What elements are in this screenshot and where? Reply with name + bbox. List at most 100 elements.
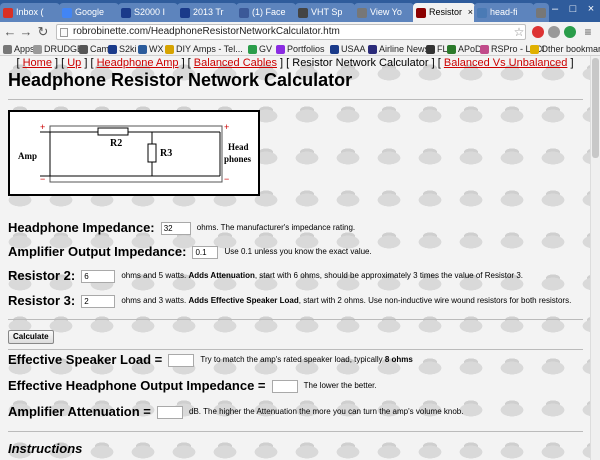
tab-facebook[interactable]: (1) Face — [236, 3, 296, 22]
page-icon — [357, 8, 367, 18]
head-fi-icon — [477, 8, 487, 18]
resistor2-note: ohms and 5 watts. Adds Attenuation, star… — [121, 271, 523, 281]
attenuation-row: Amplifier Attenuation = dB. The higher t… — [8, 404, 463, 420]
s2ki-icon — [121, 8, 131, 18]
attenuation-output[interactable] — [156, 405, 183, 419]
maximize-icon[interactable]: □ — [564, 2, 582, 16]
plus-left-label: + — [40, 122, 45, 132]
page-content: [ Home ] [ Up ] [ Headphone Amp ] [ Bala… — [0, 56, 590, 460]
bookmark-s2ki[interactable]: S2ki — [108, 43, 137, 55]
wx-icon — [138, 45, 147, 54]
headphone-impedance-label: Headphone Impedance: — [8, 220, 155, 236]
effective-hp-output-label: Effective Headphone Output Impedance = — [8, 378, 266, 394]
reload-icon[interactable]: ↻ — [36, 24, 50, 40]
menu-icon[interactable]: ≡ — [581, 24, 595, 40]
vht-icon — [298, 8, 308, 18]
page-scrollbar[interactable] — [590, 56, 600, 460]
link-balanced-vs-unbalanced[interactable]: Balanced Vs Unbalanced — [444, 57, 568, 69]
bookmarks-bar: Apps DRUDGE Cam S2ki WX DIY Amps - Tel..… — [0, 42, 600, 56]
scrollbar-thumb[interactable] — [592, 58, 599, 158]
bookmark-star-icon[interactable]: ☆ — [512, 24, 526, 40]
tab-gmail[interactable]: Inbox ( — [0, 3, 60, 22]
tab-view[interactable]: View Yo — [354, 3, 414, 22]
page-icon — [536, 8, 546, 18]
s2ki-icon — [108, 45, 117, 54]
amp-output-impedance-input[interactable]: 0.1 — [192, 245, 219, 259]
effective-load-note: Try to match the amp's rated speaker loa… — [200, 355, 413, 365]
effective-hp-output-note: The lower the better. — [303, 381, 377, 391]
bookmark-apps[interactable]: Apps — [3, 43, 35, 55]
rspro-icon — [480, 45, 489, 54]
effective-load-row: Effective Speaker Load = Try to match th… — [8, 352, 413, 368]
bookmark-fl[interactable]: FL — [426, 43, 448, 55]
tab-google[interactable]: Google — [59, 3, 119, 22]
amp-output-impedance-row: Amplifier Output Impedance: 0.1 Use 0.1 … — [8, 244, 372, 260]
page-icon — [60, 28, 68, 37]
headphone-impedance-row: Headphone Impedance: 32 ohms. The manufa… — [8, 220, 355, 236]
forward-icon[interactable]: → — [19, 24, 33, 40]
minimize-icon[interactable]: – — [546, 2, 564, 16]
instructions-heading: Instructions — [8, 441, 83, 456]
link-up[interactable]: Up — [67, 57, 81, 69]
bookmark-other[interactable]: Other bookmarks — [530, 43, 600, 55]
tab-head-fi[interactable]: head-fi — [474, 3, 534, 22]
portfolios-icon — [276, 45, 285, 54]
circuit-diagram: R2 R3 Amp Head phones + − + − — [8, 110, 260, 196]
calculate-button[interactable]: Calculate — [8, 330, 54, 344]
s2ki-icon — [180, 8, 190, 18]
bookmark-diy-amps[interactable]: DIY Amps - Tel... — [165, 43, 243, 55]
resistor2-input[interactable]: 6 — [81, 269, 116, 283]
r3-label: R3 — [160, 148, 172, 159]
effective-load-output[interactable] — [168, 353, 195, 367]
tab-2013[interactable]: 2013 Tr — [177, 3, 237, 22]
attenuation-note: dB. The higher the Attenuation the more … — [189, 407, 464, 417]
effective-hp-output-row: Effective Headphone Output Impedance = T… — [8, 378, 377, 394]
facebook-icon — [239, 8, 249, 18]
bookmark-portfolios[interactable]: Portfolios — [276, 43, 325, 55]
address-bar[interactable]: robrobinette.com/HeadphoneResistorNetwor… — [56, 24, 526, 40]
minus-right-label: − — [224, 174, 229, 184]
link-home[interactable]: Home — [23, 57, 52, 69]
bookmark-gv[interactable]: GV — [248, 43, 272, 55]
airline-news-icon — [368, 45, 377, 54]
bookmark-airline-news[interactable]: Airline News — [368, 43, 429, 55]
headphones-label-top: Head — [228, 142, 249, 152]
usaa-icon — [330, 45, 339, 54]
r2-label: R2 — [110, 138, 122, 149]
bookmark-apod[interactable]: APoD — [447, 43, 482, 55]
back-icon[interactable]: ← — [3, 24, 17, 40]
amp-label: Amp — [18, 151, 37, 161]
google-icon — [62, 8, 72, 18]
page-title: Headphone Resistor Network Calculator — [8, 70, 353, 90]
headphone-impedance-note: ohms. The manufacturer's impedance ratin… — [196, 223, 356, 233]
bookmark-cam[interactable]: Cam — [79, 43, 109, 55]
page-icon — [79, 45, 88, 54]
amp-output-impedance-label: Amplifier Output Impedance: — [8, 244, 187, 260]
tab-vht[interactable]: VHT Sp — [295, 3, 355, 22]
resistor3-note: ohms and 3 watts. Adds Effective Speaker… — [121, 296, 572, 306]
tab-s2000[interactable]: S2000 I — [118, 3, 178, 22]
extension-stop-icon[interactable] — [532, 26, 544, 38]
close-window-icon[interactable]: × — [582, 2, 600, 16]
circuit-schematic: R2 R3 Amp Head phones + − + − — [18, 122, 252, 184]
close-tab-icon[interactable]: × — [468, 3, 473, 22]
divider — [8, 319, 583, 320]
link-headphone-amp[interactable]: Headphone Amp — [97, 57, 179, 69]
bookmark-drudge[interactable]: DRUDGE — [33, 43, 83, 55]
tab-resistor[interactable]: Resistor × — [413, 3, 475, 22]
apps-icon — [3, 45, 12, 54]
headphone-impedance-input[interactable]: 32 — [160, 221, 191, 235]
extension-icon[interactable] — [548, 26, 560, 38]
amp-output-impedance-note: Use 0.1 unless you know the exact value. — [224, 247, 372, 257]
effective-load-label: Effective Speaker Load = — [8, 352, 163, 368]
resistor3-row: Resistor 3: 2 ohms and 3 watts. Adds Eff… — [8, 293, 571, 309]
extension-green-icon[interactable] — [564, 26, 576, 38]
tab-strip: Inbox ( Google S2000 I 2013 Tr (1) Face … — [0, 0, 600, 22]
bookmark-wx[interactable]: WX — [138, 43, 164, 55]
resistor3-input[interactable]: 2 — [81, 294, 116, 308]
bookmark-usaa[interactable]: USAA — [330, 43, 366, 55]
effective-hp-output-output[interactable] — [271, 379, 298, 393]
divider — [8, 99, 583, 100]
link-balanced-cables[interactable]: Balanced Cables — [194, 57, 277, 69]
folder-icon — [530, 45, 539, 54]
